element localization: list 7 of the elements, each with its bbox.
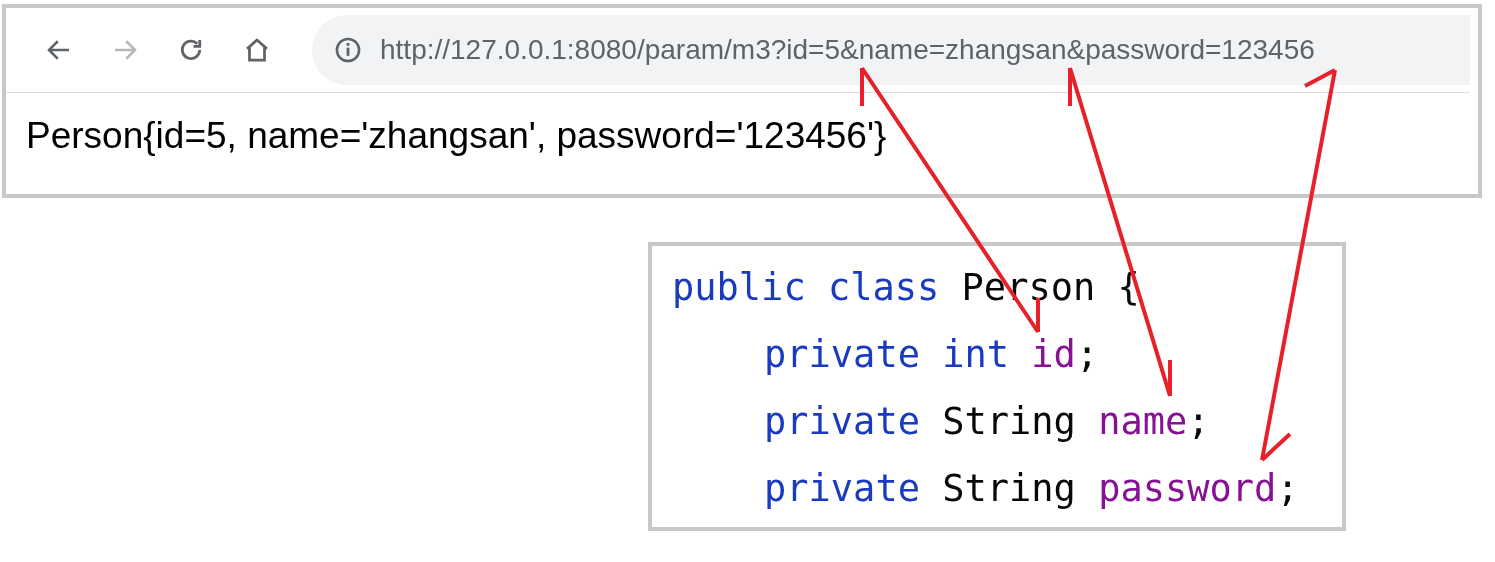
url-text: http://127.0.0.1:8080/param/m3?id=5&name=zhangsan&password=123456	[380, 34, 1315, 66]
page-text: Person{id=5, name='zhangsan', password='123456'}	[26, 115, 887, 156]
info-icon	[334, 36, 362, 64]
code-line: private String password;	[764, 466, 1300, 512]
code-line: private String name;	[764, 399, 1211, 445]
address-bar[interactable]: http://127.0.0.1:8080/param/m3?id=5&name=zhangsan&password=123456	[312, 15, 1470, 85]
code-line: private int id;	[764, 332, 1100, 378]
